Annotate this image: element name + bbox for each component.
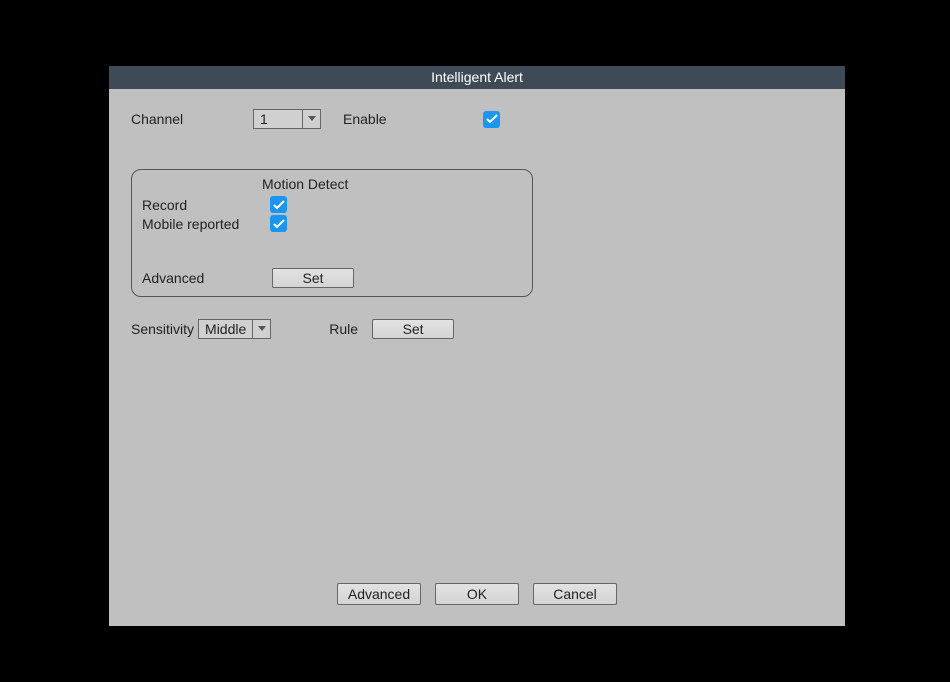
record-checkbox[interactable]: [270, 196, 287, 213]
panel-title: Motion Detect: [262, 176, 522, 192]
chevron-down-icon: [302, 110, 320, 128]
dialog-title: Intelligent Alert: [431, 69, 523, 85]
rule-set-button[interactable]: Set: [372, 319, 454, 339]
advanced-set-button[interactable]: Set: [272, 268, 354, 288]
enable-label: Enable: [343, 111, 483, 127]
sensitivity-value: Middle: [199, 320, 252, 338]
channel-label: Channel: [131, 111, 253, 127]
sensitivity-dropdown[interactable]: Middle: [198, 319, 271, 339]
record-row: Record: [142, 196, 522, 213]
channel-value: 1: [254, 110, 302, 128]
mobile-row: Mobile reported: [142, 215, 522, 232]
mobile-checkbox[interactable]: [270, 215, 287, 232]
record-label: Record: [142, 197, 270, 213]
channel-row: Channel 1 Enable: [131, 109, 823, 129]
titlebar: Intelligent Alert: [109, 66, 845, 89]
mobile-label: Mobile reported: [142, 216, 270, 232]
enable-checkbox[interactable]: [483, 111, 500, 128]
dialog-content: Channel 1 Enable Motion Detect Record: [109, 89, 845, 623]
advanced-button[interactable]: Advanced: [337, 583, 421, 605]
ok-button[interactable]: OK: [435, 583, 519, 605]
channel-dropdown[interactable]: 1: [253, 109, 321, 129]
advanced-label: Advanced: [142, 270, 272, 286]
sensitivity-label: Sensitivity: [131, 321, 194, 337]
chevron-down-icon: [252, 320, 270, 338]
rule-label: Rule: [329, 321, 358, 337]
dialog-window: Intelligent Alert Channel 1 Enable Motio…: [109, 66, 845, 626]
bottom-buttons: Advanced OK Cancel: [109, 583, 845, 605]
motion-detect-panel: Motion Detect Record Mobile reported Adv…: [131, 169, 533, 297]
advanced-row: Advanced Set: [142, 268, 522, 288]
sensitivity-row: Sensitivity Middle Rule Set: [131, 319, 823, 339]
cancel-button[interactable]: Cancel: [533, 583, 617, 605]
